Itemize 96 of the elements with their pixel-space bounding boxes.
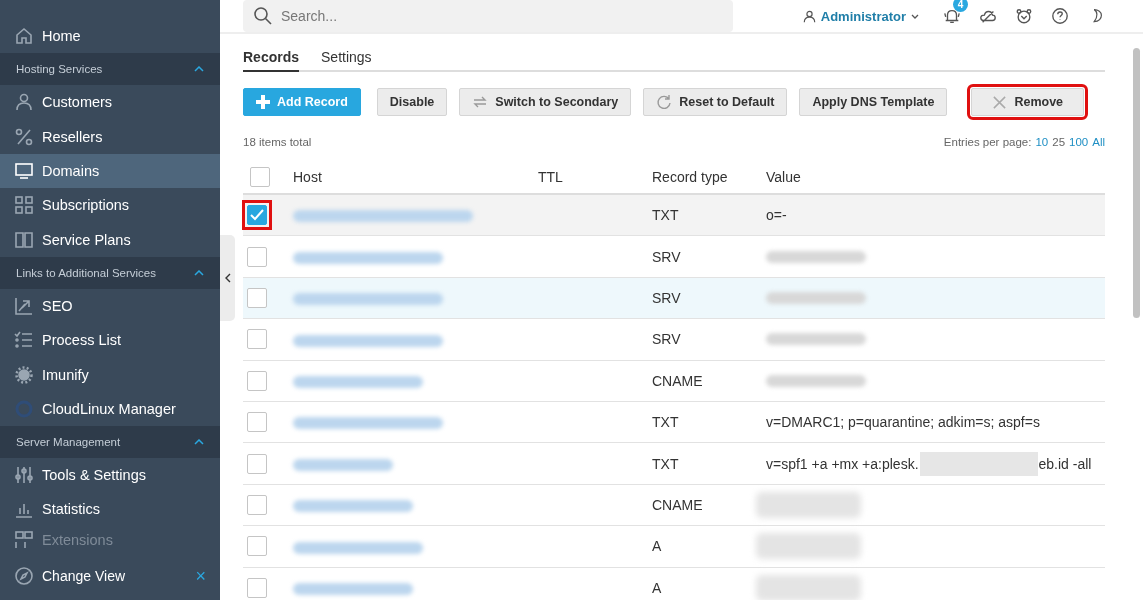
sidebar-item[interactable]: SEO [0, 288, 220, 324]
sidebar-item[interactable]: Statistics [0, 492, 220, 527]
close-icon [992, 94, 1008, 110]
table-row[interactable]: A [243, 567, 1105, 600]
book-icon [14, 229, 34, 250]
user-menu[interactable]: Administrator [802, 8, 919, 24]
table-cell: v=spf1 +a +mx +a:plesk. [766, 455, 919, 472]
column-header[interactable]: Host [293, 168, 322, 185]
row-checkbox[interactable] [247, 329, 267, 350]
table-cell: v=DMARC1; p=quarantine; adkim=s; aspf=s [766, 414, 1040, 431]
caret-icon [911, 13, 919, 19]
blocks-icon [14, 529, 34, 550]
table-row[interactable]: SRV [243, 236, 1105, 278]
table-cell: TXT [652, 207, 679, 224]
table-row[interactable]: CNAME [243, 484, 1105, 527]
collapse-handle[interactable] [220, 235, 235, 321]
sidebar-item[interactable]: Subscriptions [0, 188, 220, 223]
row-checkbox[interactable] [247, 205, 267, 226]
chevron-icon [194, 269, 204, 276]
plus-icon [256, 95, 270, 109]
sidebar-item[interactable]: Process List [0, 323, 220, 358]
select-all-checkbox[interactable] [250, 166, 270, 187]
sidebar-item[interactable]: Customers [0, 85, 220, 120]
sidebar-item[interactable]: CloudLinux Manager [0, 391, 220, 426]
tab[interactable]: Settings [321, 46, 372, 72]
table-row[interactable]: TXT v=spf1 +a +mx +a:plesk. eb.id -all [243, 443, 1105, 485]
swap-icon [472, 94, 489, 110]
tab[interactable]: Records [243, 46, 300, 72]
row-checkbox[interactable] [247, 577, 267, 598]
sidebar-item[interactable]: Home [0, 19, 220, 54]
chevron-icon [194, 66, 204, 73]
table-cell: TXT [652, 414, 679, 431]
toolbar-button[interactable]: Apply DNS Template [799, 88, 948, 116]
user-icon [802, 9, 816, 23]
home-icon [14, 26, 34, 47]
help-icon[interactable] [1051, 7, 1069, 25]
sidebar-section-header[interactable]: Links to Additional Services [0, 256, 220, 289]
table-cell: CNAME [652, 496, 703, 513]
table-cell: CNAME [652, 372, 703, 389]
row-checkbox[interactable] [247, 494, 267, 515]
compass-icon [14, 566, 34, 586]
sliders-icon [14, 465, 34, 486]
table-row[interactable]: TXT o=- [243, 195, 1105, 237]
table-cell: A [652, 538, 662, 555]
list-icon [14, 330, 34, 351]
table-cell: SRV [652, 289, 681, 306]
table-cell: A [652, 579, 662, 596]
sidebar-item[interactable]: Resellers [0, 119, 220, 154]
column-header[interactable]: Value [766, 168, 801, 185]
percent-icon [14, 126, 34, 147]
table-cell: SRV [652, 248, 681, 265]
toolbar-button[interactable]: Disable [376, 88, 448, 116]
bear-icon[interactable] [1015, 7, 1033, 25]
row-checkbox[interactable] [247, 453, 267, 474]
column-header[interactable]: TTL [538, 168, 563, 185]
toolbar-button[interactable]: Reset to Default [643, 88, 788, 116]
table-cell: eb.id -all [1038, 455, 1092, 472]
search-field[interactable]: Search... [243, 0, 733, 32]
page-size-link[interactable]: All [1092, 136, 1105, 148]
sidebar-item[interactable]: Domains [0, 153, 220, 189]
user-icon [14, 92, 34, 113]
table-row[interactable]: TXT v=DMARC1; p=quarantine; adkim=s; aspf=s [243, 401, 1105, 444]
row-checkbox[interactable] [247, 536, 267, 557]
gear-icon [14, 364, 34, 385]
table-cell: TXT [652, 455, 679, 472]
circle-icon [14, 398, 34, 419]
row-checkbox[interactable] [247, 246, 267, 267]
column-header[interactable]: Record type [652, 168, 728, 185]
sidebar-item[interactable]: Imunify [0, 357, 220, 392]
chart-icon [14, 295, 34, 316]
chevron-icon [194, 438, 204, 445]
table-cell: o=- [766, 207, 787, 224]
table-cell: SRV [652, 331, 681, 348]
reset-icon [656, 94, 673, 110]
scrollbar[interactable] [1133, 48, 1140, 318]
page-size-link[interactable]: 100 [1069, 136, 1089, 148]
entries-label: Entries per page: [943, 136, 1032, 148]
items-count: 18 items total [243, 136, 312, 148]
bell-icon[interactable] [943, 7, 961, 25]
table-row[interactable]: SRV [243, 277, 1105, 320]
row-checkbox[interactable] [247, 287, 267, 308]
table-row[interactable]: A [243, 526, 1105, 568]
sidebar-section-header[interactable]: Server Management [0, 425, 220, 458]
table-row[interactable]: SRV [243, 319, 1105, 361]
sidebar-section-header[interactable]: Hosting Services [0, 53, 220, 86]
notification-badge: 4 [953, 0, 968, 12]
row-checkbox[interactable] [247, 370, 267, 391]
row-checkbox[interactable] [247, 412, 267, 433]
page-size-link[interactable]: 10 [1035, 136, 1049, 148]
grid-icon [14, 195, 34, 216]
page-size-link[interactable]: 25 [1052, 136, 1066, 148]
toolbar-button[interactable]: Switch to Secondary [459, 88, 632, 116]
monitor-icon [14, 161, 34, 182]
sidebar-item[interactable]: Service Plans [0, 222, 220, 257]
table-row[interactable]: CNAME [243, 360, 1105, 402]
sidebar-item[interactable]: Tools & Settings [0, 457, 220, 493]
